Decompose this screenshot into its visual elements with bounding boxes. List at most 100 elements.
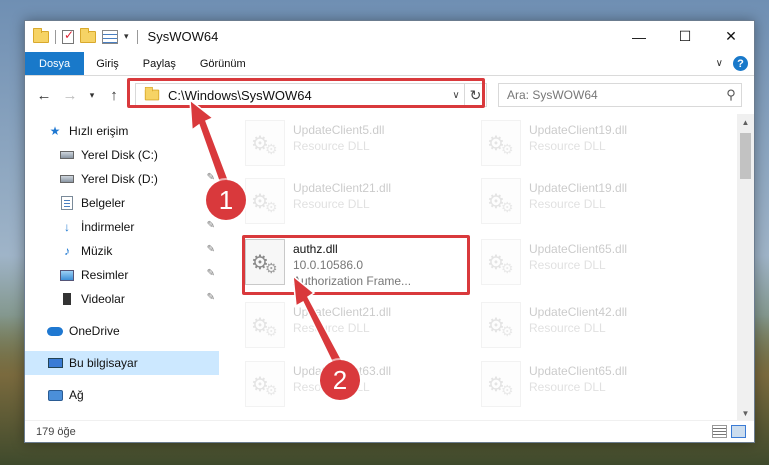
dll-file-icon [481,120,521,166]
dll-file-icon [481,239,521,285]
close-button[interactable]: ✕ [708,21,754,52]
file-tile[interactable]: UpdateClient65.dll Resource DLL [477,237,707,295]
sidebar-item-label: Yerel Disk (D:) [81,172,158,186]
sidebar-item-videos[interactable]: Videolar ✎ [25,287,219,311]
view-properties-icon[interactable] [102,29,118,44]
toolbar-divider [55,29,56,44]
help-icon[interactable]: ? [733,56,748,71]
file-name: UpdateClient19.dll [529,181,628,195]
search-box[interactable]: Ara: SysWOW64 ⚲ [498,83,742,107]
sidebar-item-music[interactable]: ♪ Müzik ✎ [25,239,219,263]
callout-step-1: 1 [206,180,246,220]
computer-icon [47,358,63,368]
back-button[interactable]: ← [33,84,55,106]
large-icons-view-icon[interactable] [731,425,746,438]
file-tile[interactable]: UpdateClient65.dll Resource DLL [477,359,707,417]
file-description: Resource DLL [293,139,370,153]
pictures-icon [60,269,74,281]
disk-icon [60,175,74,183]
forward-button[interactable]: → [59,84,81,106]
status-bar: 179 öğe [25,420,754,442]
expand-ribbon-icon[interactable]: ∨ [716,58,723,69]
disk-icon-wrap [59,148,75,162]
tab-file[interactable]: Dosya [25,52,85,75]
tab-view[interactable]: Görünüm [188,52,258,75]
download-icon: ↓ [64,220,70,234]
sidebar-item-label: Bu bilgisayar [69,356,138,370]
dll-file-icon [481,302,521,348]
sidebar-item-label: Videolar [81,292,125,306]
file-tile[interactable]: UpdateClient5.dll Resource DLL [241,118,471,176]
minimize-button[interactable]: — [616,21,662,52]
sidebar-item-label: Hızlı erişim [69,124,129,138]
maximize-button[interactable]: ☐ [662,21,708,52]
sidebar-item-this-pc[interactable]: Bu bilgisayar [25,351,219,375]
file-name: UpdateClient21.dll [293,181,392,195]
file-description: Resource DLL [293,321,370,335]
sidebar-item-downloads[interactable]: ↓ İndirmeler ✎ [25,215,219,239]
sidebar-item-documents[interactable]: Belgeler ✎ [25,191,219,215]
scroll-up-icon[interactable]: ▲ [737,114,754,131]
file-tile[interactable]: UpdateClient19.dll Resource DLL [477,176,707,234]
pin-icon[interactable]: ✎ [207,268,215,279]
sidebar-item-label: OneDrive [69,324,120,338]
pin-icon[interactable]: ✎ [207,148,215,159]
sidebar-item-label: Resimler [81,268,129,282]
details-view-icon[interactable] [712,425,727,438]
address-highlight-box [127,78,485,108]
new-folder-icon[interactable] [80,27,96,43]
search-input[interactable]: Ara: SysWOW64 [507,88,721,102]
videos-icon [60,293,74,305]
sidebar-item-quick-access[interactable]: ★ Hızlı erişim [25,119,219,143]
item-count: 179 öğe [36,425,76,438]
sidebar-item-local-disk-c[interactable]: Yerel Disk (C:) ✎ [25,143,219,167]
cloud-icon-wrap [47,324,63,338]
pin-icon[interactable]: ✎ [207,244,215,255]
dll-file-icon [481,361,521,407]
folder-icon [33,27,49,43]
vertical-scrollbar[interactable]: ▲ ▼ [737,114,754,422]
file-highlight-box [242,235,470,295]
title-divider [136,29,138,44]
tab-share[interactable]: Paylaş [131,52,188,75]
star-icon: ★ [49,124,61,138]
file-tile[interactable]: UpdateClient42.dll Resource DLL [477,300,707,358]
sidebar-item-network[interactable]: Ağ [25,383,219,407]
title-bar: ▾ SysWOW64 — ☐ ✕ [25,21,754,52]
file-tile[interactable]: UpdateClient19.dll Resource DLL [477,118,707,176]
ribbon-right-controls: ∨ ? [716,56,748,71]
dll-file-icon [481,178,521,224]
file-name: UpdateClient42.dll [529,305,628,319]
file-name: UpdateClient65.dll [529,364,628,378]
pin-icon[interactable]: ✎ [207,220,215,231]
scrollbar-thumb[interactable] [740,133,751,179]
music-icon: ♪ [64,244,70,258]
sidebar-item-label: Ağ [69,388,84,402]
file-tile[interactable]: UpdateClient21.dll Resource DLL [241,300,471,358]
tab-home[interactable]: Giriş [84,52,131,75]
cloud-icon [47,326,63,336]
computer-icon-wrap [47,356,63,370]
navigation-pane: ★ Hızlı erişim Yerel Disk (C:) ✎ Yerel D… [25,114,219,422]
up-button[interactable]: ↑ [103,84,125,106]
pin-icon[interactable]: ✎ [207,292,215,303]
file-description: Resource DLL [529,139,606,153]
search-icon[interactable]: ⚲ [721,87,741,103]
pin-icon[interactable]: ✎ [207,172,215,183]
properties-check-icon[interactable] [62,28,74,44]
dll-file-icon [245,178,285,224]
file-tile[interactable]: UpdateClient21.dll Resource DLL [241,176,471,234]
quick-access-toolbar: ▾ [25,27,129,44]
recent-locations-dropdown-icon[interactable]: ▾ [85,84,99,106]
customize-toolbar-dropdown-icon[interactable]: ▾ [124,31,129,42]
file-description: Resource DLL [529,380,606,394]
file-description: Resource DLL [529,197,606,211]
sidebar-item-pictures[interactable]: Resimler ✎ [25,263,219,287]
sidebar-item-onedrive[interactable]: OneDrive [25,319,219,343]
network-icon-wrap [47,388,63,402]
file-description: Resource DLL [293,197,370,211]
sidebar-item-local-disk-d[interactable]: Yerel Disk (D:) ✎ [25,167,219,191]
